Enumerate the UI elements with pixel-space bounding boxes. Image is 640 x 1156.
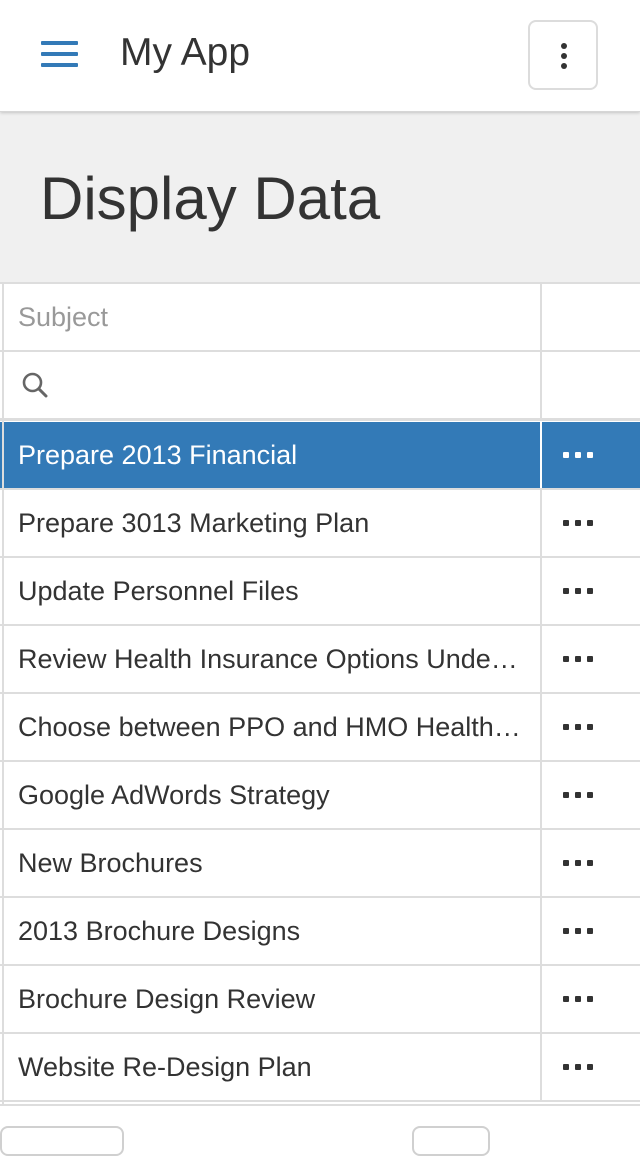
- table-row[interactable]: New Brochures: [0, 830, 640, 898]
- ellipsis-dot: [587, 860, 593, 866]
- table-row[interactable]: Prepare 2013 Financial: [0, 422, 640, 490]
- table-row[interactable]: Update Personnel Files: [0, 558, 640, 626]
- row-actions-cell: [540, 898, 640, 964]
- subject-filter-input[interactable]: [58, 364, 532, 410]
- pager-prev-button[interactable]: [0, 1126, 124, 1156]
- row-subject: Prepare 2013 Financial: [18, 440, 298, 470]
- app-header: My App: [0, 0, 640, 112]
- ellipsis-dot: [575, 656, 581, 662]
- row-actions-cell: [540, 558, 640, 624]
- ellipsis-dot: [575, 792, 581, 798]
- table-row[interactable]: Brochure Design Review: [0, 966, 640, 1034]
- ellipsis-dot: [563, 792, 569, 798]
- ellipsis-dot: [563, 588, 569, 594]
- ellipsis-dot: [587, 792, 593, 798]
- filter-side-cell: [540, 352, 640, 418]
- row-subject: Update Personnel Files: [18, 576, 299, 606]
- hamburger-menu-icon[interactable]: [41, 41, 78, 69]
- row-subject: Prepare 3013 Marketing Plan: [18, 508, 370, 538]
- grid-header-row: Subject: [0, 284, 640, 352]
- ellipsis-dot: [563, 860, 569, 866]
- ellipsis-dot: [575, 996, 581, 1002]
- ellipsis-dot: [587, 996, 593, 1002]
- app-title: My App: [120, 31, 251, 74]
- page-title: Display Data: [40, 165, 381, 232]
- table-row[interactable]: 2013 Brochure Designs: [0, 898, 640, 966]
- ellipsis-dot: [563, 724, 569, 730]
- grid-filter-row: [0, 352, 640, 421]
- ellipsis-dot: [563, 656, 569, 662]
- horizontal-ellipsis-icon[interactable]: [563, 724, 595, 730]
- row-subject: Choose between PPO and HMO Health Plan: [18, 712, 540, 742]
- ellipsis-dot: [587, 724, 593, 730]
- column-header-actions: [540, 284, 640, 350]
- hamburger-line: [41, 41, 78, 45]
- data-grid: Subject Prepare 2013 Financial Prepare 30…: [0, 282, 640, 1106]
- table-row[interactable]: Prepare 3013 Marketing Plan: [0, 490, 640, 558]
- row-actions-cell: [540, 422, 640, 488]
- row-actions-cell: [540, 694, 640, 760]
- ellipsis-dot: [575, 452, 581, 458]
- hamburger-line: [41, 52, 78, 56]
- vertical-ellipsis-icon: [561, 63, 567, 69]
- ellipsis-dot: [587, 928, 593, 934]
- ellipsis-dot: [575, 588, 581, 594]
- horizontal-ellipsis-icon[interactable]: [563, 860, 595, 866]
- ellipsis-dot: [575, 724, 581, 730]
- row-actions-cell: [540, 626, 640, 692]
- search-icon: [22, 372, 48, 398]
- ellipsis-dot: [575, 1064, 581, 1070]
- ellipsis-dot: [575, 520, 581, 526]
- overflow-menu-button[interactable]: [528, 20, 598, 90]
- page-title-band: Display Data: [0, 112, 640, 282]
- horizontal-ellipsis-icon[interactable]: [563, 1064, 595, 1070]
- vertical-ellipsis-icon: [561, 43, 567, 49]
- pager-page-button[interactable]: [412, 1126, 490, 1156]
- table-row[interactable]: Choose between PPO and HMO Health Plan: [0, 694, 640, 762]
- grid-left-border: [2, 284, 4, 1104]
- table-row[interactable]: Website Re-Design Plan: [0, 1034, 640, 1102]
- ellipsis-dot: [587, 588, 593, 594]
- ellipsis-dot: [563, 928, 569, 934]
- row-subject: New Brochures: [18, 848, 203, 878]
- ellipsis-dot: [587, 656, 593, 662]
- hamburger-line: [41, 63, 78, 67]
- ellipsis-dot: [575, 928, 581, 934]
- horizontal-ellipsis-icon[interactable]: [563, 588, 595, 594]
- row-actions-cell: [540, 830, 640, 896]
- horizontal-ellipsis-icon[interactable]: [563, 452, 595, 458]
- row-actions-cell: [540, 762, 640, 828]
- row-actions-cell: [540, 1034, 640, 1100]
- ellipsis-dot: [587, 452, 593, 458]
- horizontal-ellipsis-icon[interactable]: [563, 996, 595, 1002]
- horizontal-ellipsis-icon[interactable]: [563, 656, 595, 662]
- row-actions-cell: [540, 966, 640, 1032]
- ellipsis-dot: [575, 860, 581, 866]
- column-header-subject[interactable]: Subject: [4, 284, 540, 350]
- ellipsis-dot: [563, 1064, 569, 1070]
- horizontal-ellipsis-icon[interactable]: [563, 792, 595, 798]
- ellipsis-dot: [563, 452, 569, 458]
- filter-cell: [4, 352, 540, 418]
- row-subject: Google AdWords Strategy: [18, 780, 330, 810]
- table-row[interactable]: Review Health Insurance Options Under th…: [0, 626, 640, 694]
- row-subject: 2013 Brochure Designs: [18, 916, 301, 946]
- row-subject: Review Health Insurance Options Under th…: [18, 644, 540, 674]
- pager-divider: [0, 1104, 640, 1106]
- row-actions-cell: [540, 490, 640, 556]
- table-row[interactable]: Google AdWords Strategy: [0, 762, 640, 830]
- horizontal-ellipsis-icon[interactable]: [563, 928, 595, 934]
- row-subject: Brochure Design Review: [18, 984, 316, 1014]
- vertical-ellipsis-icon: [561, 53, 567, 59]
- ellipsis-dot: [587, 1064, 593, 1070]
- horizontal-ellipsis-icon[interactable]: [563, 520, 595, 526]
- row-subject: Website Re-Design Plan: [18, 1052, 312, 1082]
- ellipsis-dot: [587, 520, 593, 526]
- ellipsis-dot: [563, 996, 569, 1002]
- ellipsis-dot: [563, 520, 569, 526]
